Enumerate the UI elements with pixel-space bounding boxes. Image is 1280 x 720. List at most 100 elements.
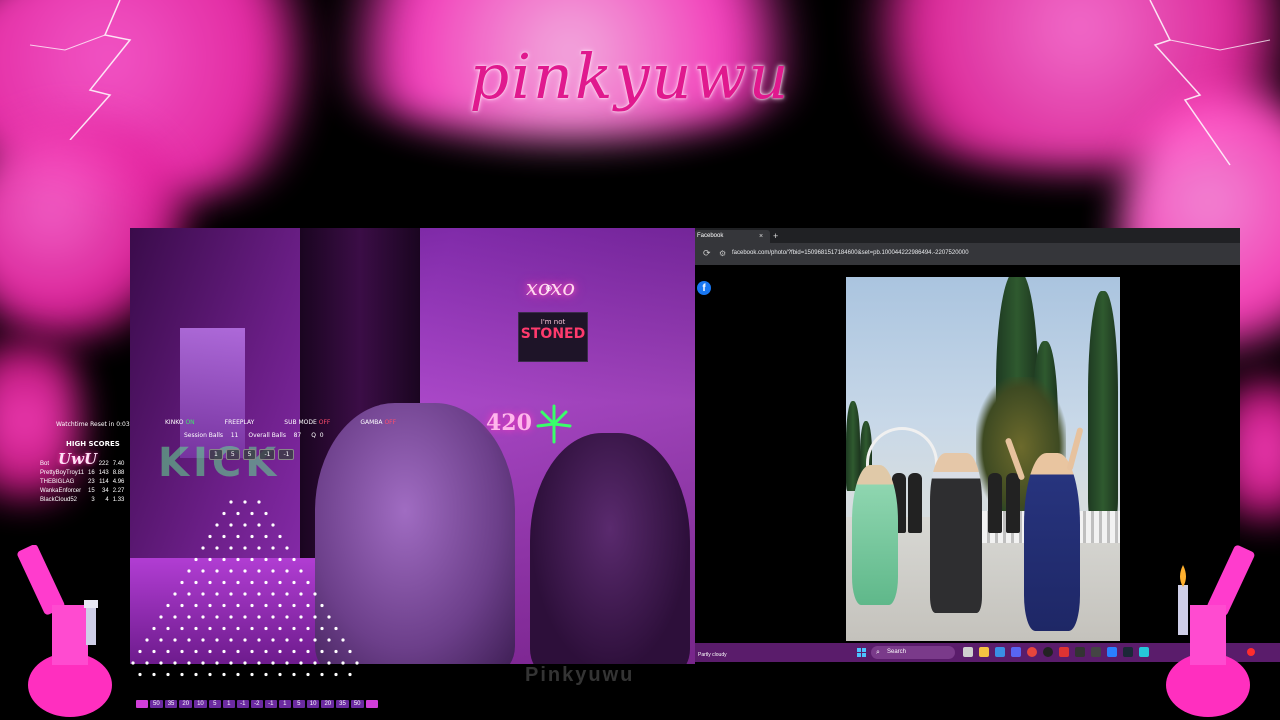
plinko-peg (194, 649, 198, 654)
tab-close-icon[interactable]: × (759, 230, 763, 243)
plinko-peg (334, 626, 338, 631)
plinko-peg (320, 603, 324, 608)
cannabis-leaf-icon (536, 404, 572, 444)
plinko-peg (257, 615, 261, 619)
store-icon[interactable] (995, 647, 1005, 657)
discord-icon[interactable] (1011, 647, 1021, 657)
plinko-peg (243, 592, 247, 596)
lightning-left-icon (29, 0, 132, 140)
taskbar-apps (963, 647, 1149, 657)
photo-guest (1006, 473, 1020, 533)
plinko-peg (236, 557, 240, 562)
plinko-peg (264, 649, 268, 654)
steam-icon[interactable] (1123, 647, 1133, 657)
search-icon: ⌕ (876, 649, 880, 656)
plinko-peg (243, 569, 247, 573)
reload-icon[interactable]: ⟳ (703, 248, 711, 259)
plinko-peg (313, 592, 317, 596)
table-row: THEBIGLAG 23 114 4.96 (40, 479, 125, 485)
plinko-peg (208, 580, 212, 585)
plinko-peg (278, 580, 282, 585)
app-icon[interactable] (1059, 647, 1069, 657)
address-bar: ⟳ ⚙ facebook.com/photo/?fbid=15096815171… (695, 243, 1240, 265)
plinko-peg (152, 649, 156, 654)
plinko-peg (166, 672, 170, 677)
facebook-icon[interactable]: f (697, 281, 711, 295)
task-view-icon[interactable] (963, 647, 973, 657)
photo-tree (1088, 291, 1118, 521)
plinko-slots: 50 35 20 10 5 1 -1 -2 -1 1 5 10 20 35 50 (136, 700, 378, 708)
submode-status: SUB MODE OFF (284, 419, 331, 426)
app-icon[interactable] (1107, 647, 1117, 657)
file-explorer-icon[interactable] (979, 647, 989, 657)
plinko-peg (327, 615, 331, 619)
app-icon[interactable] (1091, 647, 1101, 657)
plinko-peg (159, 638, 163, 642)
plinko-peg (285, 546, 289, 550)
plinko-peg (194, 626, 198, 631)
plinko-peg (208, 649, 212, 654)
plinko-slot: 35 (164, 700, 178, 708)
weather-widget[interactable]: Partly cloudy (698, 652, 727, 658)
stoned-sign: I'm not STONED (518, 312, 588, 362)
plinko-slot: 20 (179, 700, 193, 708)
photo-woman-blue-dress (1024, 453, 1080, 631)
plinko-peg (215, 523, 219, 527)
plinko-peg (299, 569, 303, 573)
plinko-peg (250, 580, 254, 585)
plinko-peg (264, 672, 268, 677)
plinko-peg (306, 672, 310, 677)
plinko-peg (271, 661, 275, 665)
plinko-peg (166, 626, 170, 631)
plinko-peg (271, 523, 275, 527)
app-icon[interactable] (1139, 647, 1149, 657)
plinko-peg (257, 523, 261, 527)
plinko-peg (278, 626, 282, 631)
site-info-icon[interactable]: ⚙ (719, 249, 726, 258)
high-scores-title: HIGH SCORES (66, 440, 120, 448)
plinko-peg (292, 672, 296, 677)
plinko-peg (222, 580, 226, 585)
bong-right-icon (1166, 545, 1255, 717)
windows-start-icon[interactable] (857, 648, 866, 657)
plinko-peg (243, 523, 247, 527)
plinko-slot: -1 (236, 700, 249, 708)
plinko-peg (292, 626, 296, 631)
plinko-peg (187, 569, 191, 573)
plinko-peg (250, 534, 254, 539)
plinko-peg (264, 626, 268, 631)
plinko-peg (299, 615, 303, 619)
plinko-peg (208, 603, 212, 608)
cam-person-hair (530, 433, 690, 664)
plinko-slot: 35 (336, 700, 349, 708)
plinko-peg (180, 649, 184, 654)
plinko-peg (278, 534, 282, 539)
photo-man-suit (930, 453, 982, 613)
plinko-peg (173, 615, 177, 619)
ball-badge: 5 (225, 449, 240, 460)
plinko-peg (201, 638, 205, 642)
plinko-peg (201, 615, 205, 619)
new-tab-button[interactable]: + (773, 230, 778, 242)
kick-neon-logo: KICK (158, 440, 281, 486)
url-field[interactable]: facebook.com/photo/?fbid=150968151718460… (732, 250, 969, 256)
plinko-peg (229, 638, 233, 642)
plinko-peg (215, 592, 219, 596)
plinko-peg (250, 511, 254, 516)
chrome-icon[interactable] (1027, 647, 1037, 657)
plinko-peg (166, 603, 170, 608)
app-icon[interactable] (1075, 647, 1085, 657)
plinko-peg (222, 649, 226, 654)
wedding-photo[interactable] (846, 277, 1120, 641)
plinko-peg (236, 649, 240, 654)
zoom-icon[interactable]: ⊕ (545, 283, 553, 294)
plinko-peg (285, 638, 289, 642)
plinko-slot: -1 (264, 700, 277, 708)
plinko-peg (152, 672, 156, 677)
plinko-peg (201, 546, 205, 550)
plinko-peg (208, 672, 212, 677)
plinko-peg (152, 626, 156, 631)
taskbar-search[interactable]: ⌕ Search (871, 646, 955, 659)
obs-icon[interactable] (1043, 647, 1053, 657)
plinko-peg (257, 500, 261, 504)
